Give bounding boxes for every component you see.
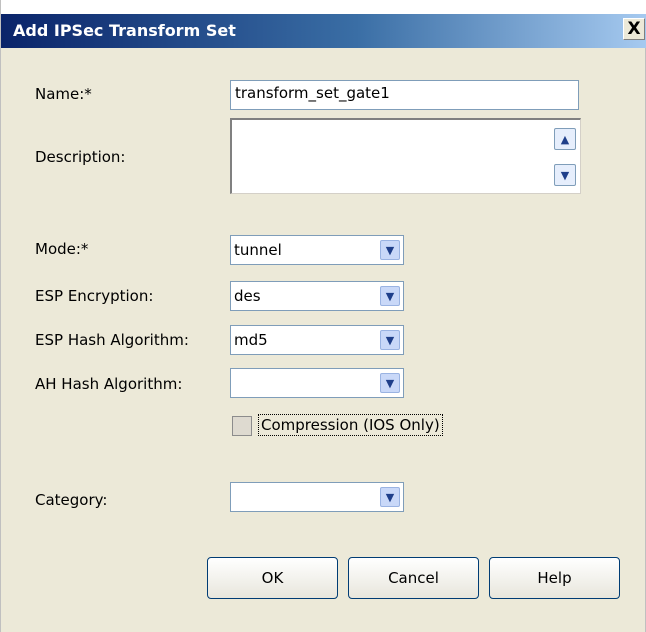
ah-hash-label: AH Hash Algorithm: bbox=[35, 375, 183, 393]
scroll-up-icon: ▲ bbox=[560, 132, 570, 146]
dialog-title: Add IPSec Transform Set bbox=[13, 21, 236, 40]
chevron-down-icon[interactable]: ▼ bbox=[380, 240, 400, 260]
compression-label[interactable]: Compression (IOS Only) bbox=[258, 414, 443, 436]
esp-encryption-select[interactable]: des ▼ bbox=[230, 281, 404, 311]
help-button[interactable]: Help bbox=[489, 557, 620, 599]
description-field[interactable] bbox=[230, 118, 581, 194]
title-bar[interactable]: Add IPSec Transform Set X bbox=[1, 14, 646, 48]
esp-hash-value: md5 bbox=[234, 331, 268, 349]
name-field[interactable]: transform_set_gate1 bbox=[230, 80, 579, 110]
mode-select[interactable]: tunnel ▼ bbox=[230, 235, 404, 265]
compression-checkbox[interactable] bbox=[232, 416, 252, 436]
mode-value: tunnel bbox=[234, 241, 282, 259]
description-label: Description: bbox=[35, 148, 126, 166]
esp-encryption-label: ESP Encryption: bbox=[35, 287, 154, 305]
esp-hash-label: ESP Hash Algorithm: bbox=[35, 331, 189, 349]
add-ipsec-transform-set-dialog: Add IPSec Transform Set X Name:* transfo… bbox=[0, 0, 646, 632]
name-label: Name:* bbox=[35, 85, 92, 103]
chevron-down-icon[interactable]: ▼ bbox=[380, 286, 400, 306]
chevron-down-icon[interactable]: ▼ bbox=[380, 487, 400, 507]
cancel-button[interactable]: Cancel bbox=[348, 557, 479, 599]
description-scroll-down[interactable]: ▼ bbox=[554, 164, 576, 186]
chevron-down-icon[interactable]: ▼ bbox=[380, 373, 400, 393]
category-label: Category: bbox=[35, 491, 108, 509]
ok-button[interactable]: OK bbox=[207, 557, 338, 599]
ah-hash-select[interactable]: ▼ bbox=[230, 368, 404, 398]
top-strip bbox=[1, 0, 646, 14]
mode-label: Mode:* bbox=[35, 240, 89, 258]
esp-encryption-value: des bbox=[234, 287, 261, 305]
chevron-down-icon[interactable]: ▼ bbox=[380, 330, 400, 350]
scroll-down-icon: ▼ bbox=[560, 168, 570, 182]
description-scroll-up[interactable]: ▲ bbox=[554, 128, 576, 150]
esp-hash-select[interactable]: md5 ▼ bbox=[230, 325, 404, 355]
close-icon: X bbox=[627, 18, 641, 39]
close-button[interactable]: X bbox=[623, 18, 645, 40]
category-select[interactable]: ▼ bbox=[230, 482, 404, 512]
